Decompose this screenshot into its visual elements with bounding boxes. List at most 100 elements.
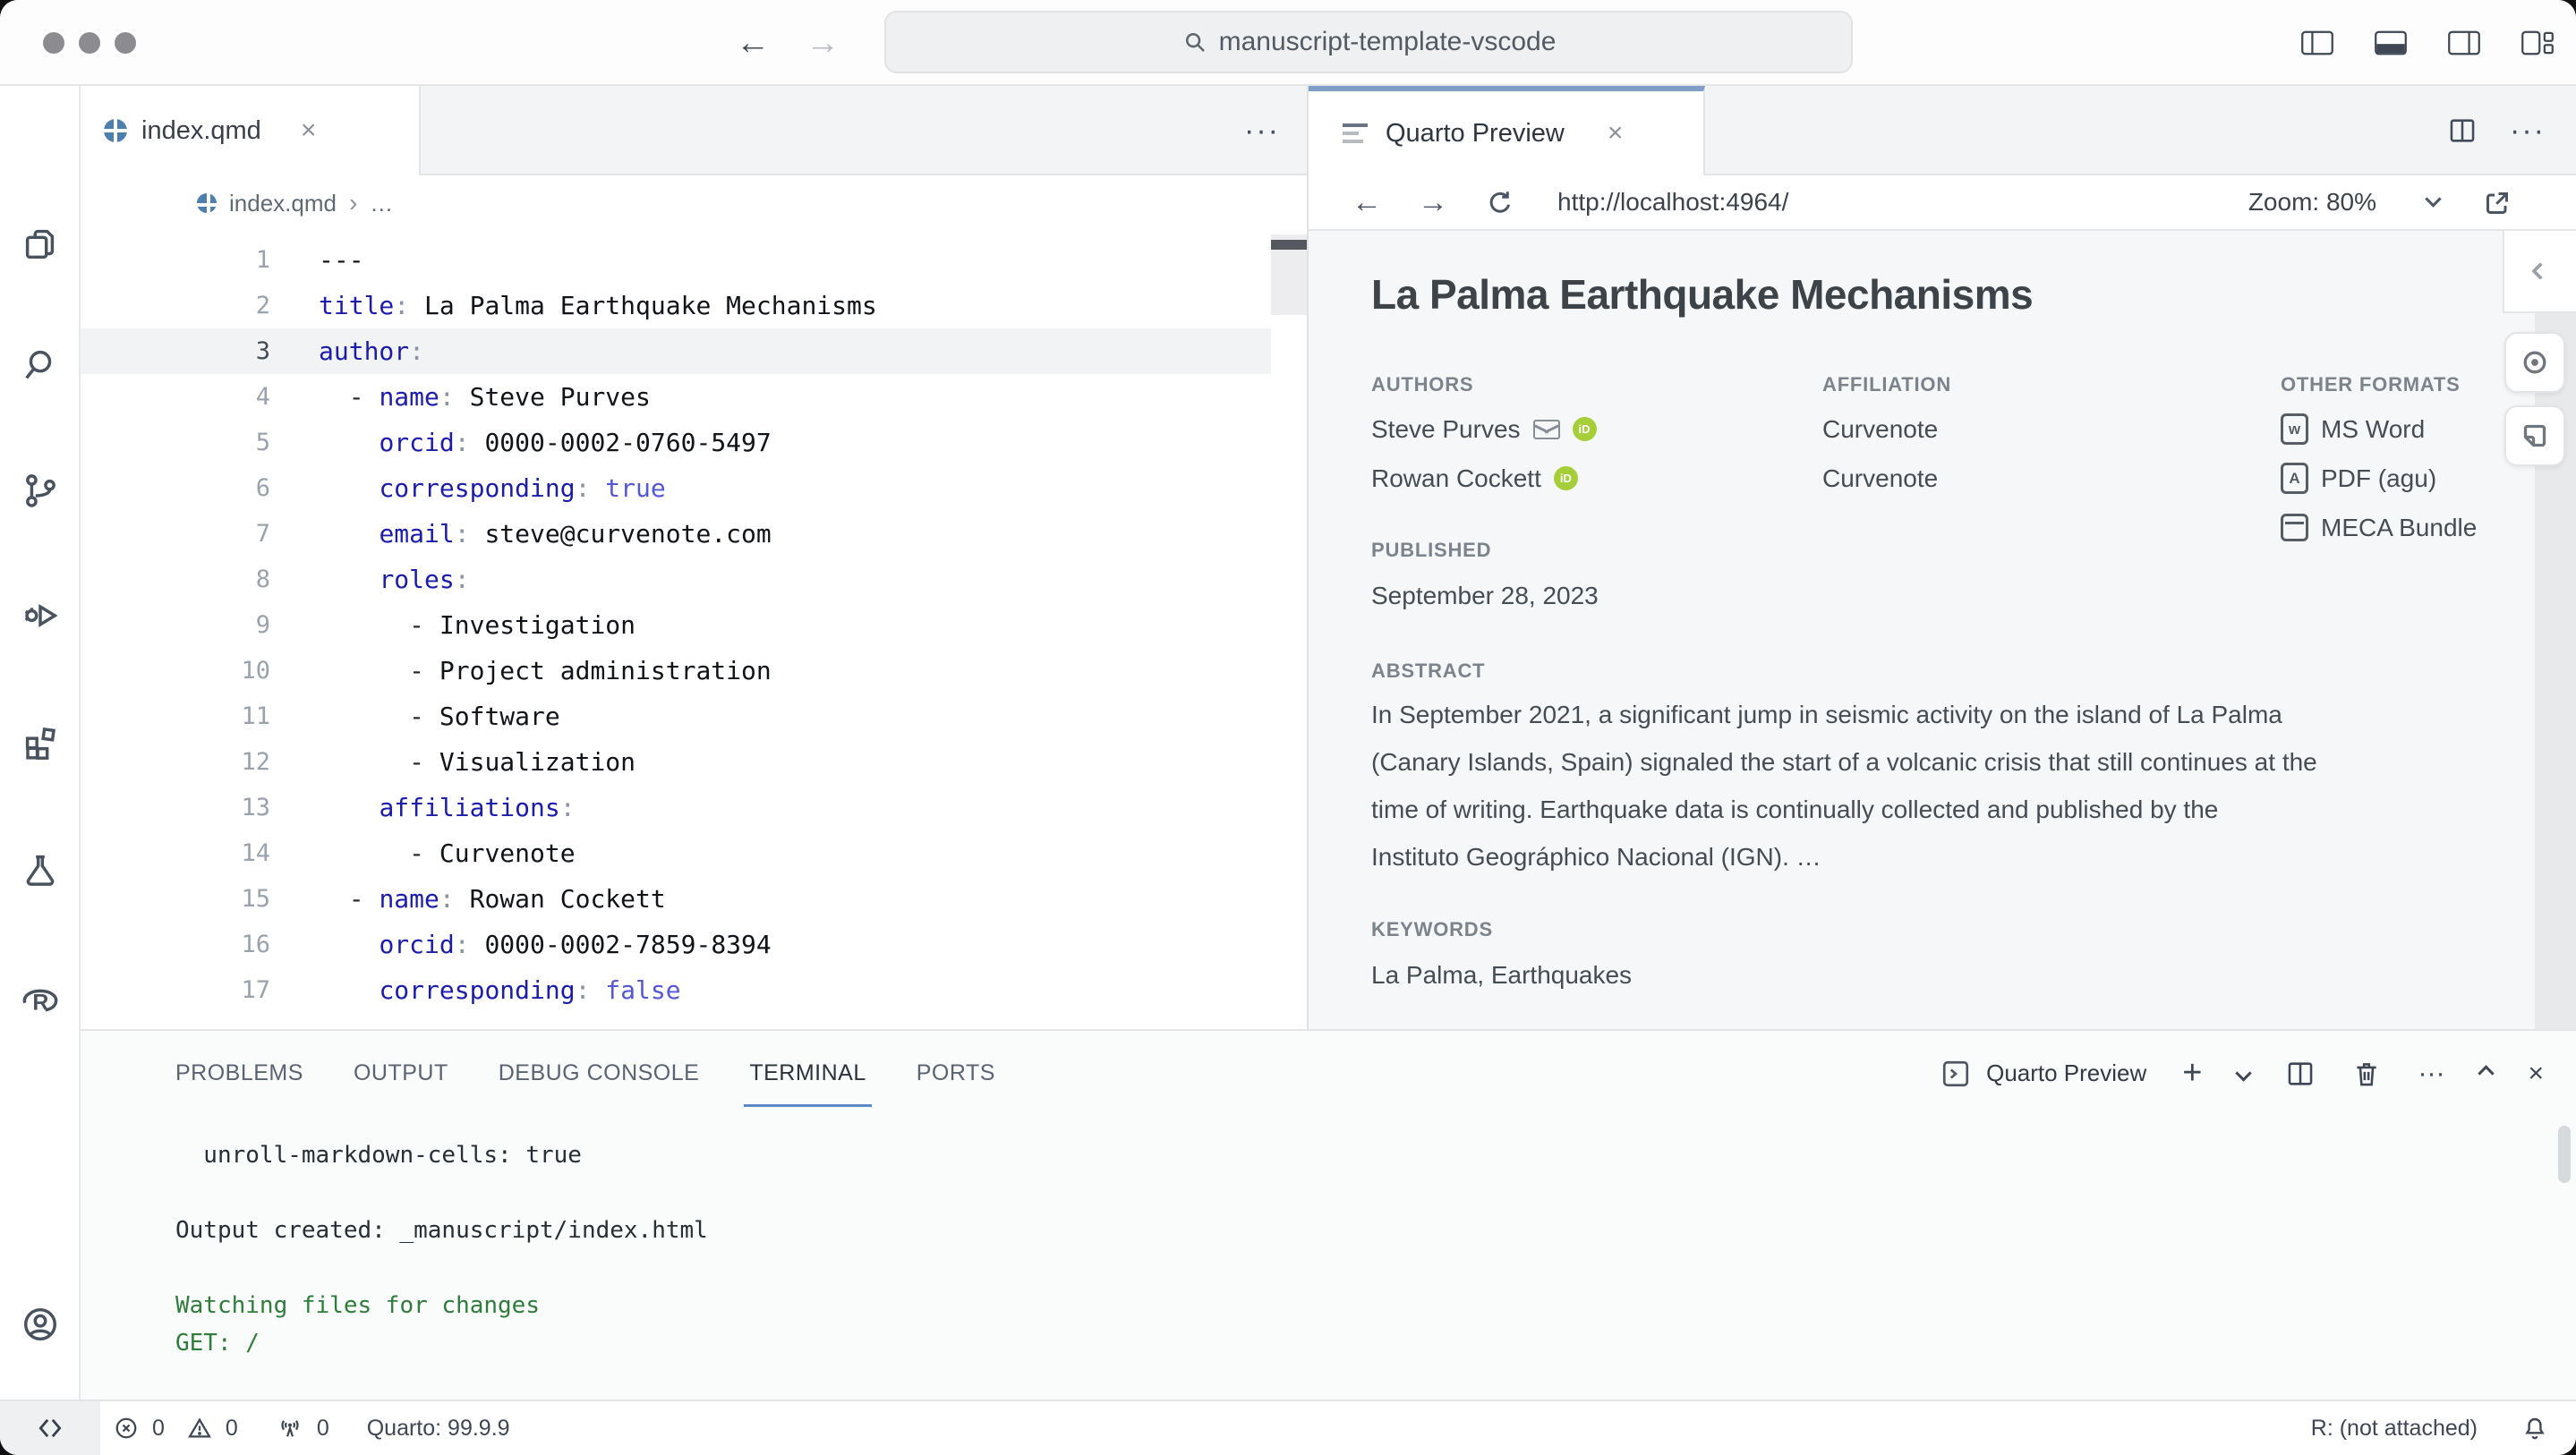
code-line[interactable]: 1--- bbox=[81, 237, 1271, 283]
code-editor[interactable]: 1---2title: La Palma Earthquake Mechanis… bbox=[81, 231, 1271, 1029]
tab-close-icon[interactable]: × bbox=[301, 115, 317, 146]
code-line[interactable]: 11 - Software bbox=[81, 693, 1271, 739]
code-line[interactable]: 7 email: steve@curvenote.com bbox=[81, 511, 1271, 557]
code-line[interactable]: 14 - Curvenote bbox=[81, 830, 1271, 876]
terminal-output[interactable]: unroll-markdown-cells: trueOutput create… bbox=[175, 1136, 708, 1362]
code-line[interactable]: 5 orcid: 0000-0002-0760-5497 bbox=[81, 420, 1271, 465]
panel-more-actions-icon[interactable]: ··· bbox=[2418, 1031, 2444, 1116]
split-terminal-icon[interactable] bbox=[2285, 1059, 2316, 1089]
code-line[interactable]: 8 roles: bbox=[81, 557, 1271, 602]
search-icon bbox=[1181, 29, 1208, 55]
traffic-light-zoom-icon[interactable] bbox=[115, 32, 136, 54]
author-row: Steve PurvesiD bbox=[1371, 404, 1597, 454]
meca-icon bbox=[2281, 514, 2308, 541]
r-extension-icon[interactable]: R bbox=[0, 972, 81, 1025]
breadcrumb[interactable]: index.qmd › … bbox=[81, 175, 1309, 231]
line-number: 17 bbox=[81, 967, 270, 1013]
code-line[interactable]: 12 - Visualization bbox=[81, 739, 1271, 785]
terminal-line: unroll-markdown-cells: true bbox=[175, 1136, 708, 1174]
tab-quarto-preview[interactable]: Quarto Preview × bbox=[1309, 86, 1705, 175]
format-link-pdf[interactable]: APDF (agu) bbox=[2281, 454, 2477, 503]
search-sidebar-icon[interactable] bbox=[0, 338, 81, 392]
quarto-version[interactable]: Quarto: 99.9.9 bbox=[367, 1416, 510, 1442]
preview-more-actions-icon[interactable]: ··· bbox=[2510, 114, 2546, 149]
published-date: September 28, 2023 bbox=[1371, 582, 1599, 610]
view-options-button[interactable] bbox=[2504, 332, 2565, 393]
code-line[interactable]: 10 - Project administration bbox=[81, 648, 1271, 693]
remote-indicator[interactable] bbox=[0, 1401, 100, 1455]
status-bar: 0 0 0 Quarto: 99.9.9 R: (not attached) bbox=[0, 1400, 2576, 1455]
toggle-panel-icon[interactable] bbox=[2374, 30, 2408, 56]
email-icon[interactable] bbox=[1533, 420, 1560, 439]
panel-tab-problems[interactable]: PROBLEMS bbox=[175, 1031, 303, 1116]
traffic-light-minimize-icon[interactable] bbox=[79, 32, 100, 54]
svg-text:R: R bbox=[32, 990, 48, 1015]
notes-button[interactable] bbox=[2504, 405, 2565, 466]
history-back-button[interactable]: ← bbox=[736, 0, 770, 86]
preview-forward-icon[interactable]: → bbox=[1418, 175, 1448, 229]
tab-close-icon[interactable]: × bbox=[1608, 118, 1624, 149]
toc-collapse-panel[interactable] bbox=[2503, 231, 2576, 313]
r-status[interactable]: R: (not attached) bbox=[2311, 1416, 2478, 1442]
terminal-line: Watching files for changes bbox=[175, 1287, 708, 1324]
traffic-light-close-icon[interactable] bbox=[43, 32, 64, 54]
panel-scrollbar-thumb[interactable] bbox=[2558, 1126, 2571, 1183]
breadcrumb-symbol-more[interactable]: … bbox=[370, 190, 393, 217]
panel-tab-ports[interactable]: PORTS bbox=[917, 1031, 995, 1116]
close-panel-icon[interactable]: × bbox=[2528, 1031, 2544, 1116]
warnings-count[interactable]: 0 bbox=[226, 1416, 238, 1442]
format-link-word[interactable]: wMS Word bbox=[2281, 404, 2477, 454]
ports-icon[interactable] bbox=[276, 1414, 304, 1442]
preview-url[interactable]: http://localhost:4964/ bbox=[1557, 175, 1788, 229]
code-line[interactable]: 17 corresponding: false bbox=[81, 967, 1271, 1013]
split-editor-icon[interactable] bbox=[2447, 115, 2478, 146]
zoom-dropdown-icon[interactable] bbox=[2425, 191, 2441, 207]
editor-more-actions-icon[interactable]: ··· bbox=[1235, 86, 1289, 175]
toggle-secondary-sidebar-icon[interactable] bbox=[2447, 30, 2481, 56]
code-line[interactable]: 2title: La Palma Earthquake Mechanisms bbox=[81, 283, 1271, 328]
extensions-icon[interactable] bbox=[0, 715, 81, 769]
code-line[interactable]: 3author: bbox=[81, 328, 1271, 374]
orcid-icon[interactable]: iD bbox=[1554, 466, 1578, 490]
kill-terminal-icon[interactable] bbox=[2351, 1059, 2382, 1089]
notifications-bell-icon[interactable] bbox=[2521, 1414, 2549, 1442]
editor-scrollbar-thumb[interactable] bbox=[1271, 240, 1309, 250]
new-terminal-icon[interactable]: + bbox=[2182, 1031, 2202, 1116]
format-link-meca[interactable]: MECA Bundle bbox=[2281, 503, 2477, 552]
panel-tab-output[interactable]: OUTPUT bbox=[354, 1031, 448, 1116]
preview-back-icon[interactable]: ← bbox=[1352, 175, 1382, 229]
line-number: 8 bbox=[81, 557, 270, 602]
warnings-icon[interactable] bbox=[186, 1415, 213, 1442]
run-debug-icon[interactable] bbox=[0, 589, 81, 642]
code-line[interactable]: 16 orcid: 0000-0002-7859-8394 bbox=[81, 922, 1271, 967]
panel-tab-terminal[interactable]: TERMINAL bbox=[749, 1031, 866, 1116]
code-line[interactable]: 13 affiliations: bbox=[81, 785, 1271, 830]
ports-count[interactable]: 0 bbox=[317, 1416, 329, 1442]
code-line[interactable]: 9 - Investigation bbox=[81, 602, 1271, 648]
code-line[interactable]: 15 - name: Rowan Cockett bbox=[81, 876, 1271, 922]
quarto-file-icon bbox=[104, 119, 127, 142]
errors-icon[interactable] bbox=[113, 1415, 140, 1442]
panel-tab-debug-console[interactable]: DEBUG CONSOLE bbox=[499, 1031, 700, 1116]
terminal-dropdown-icon[interactable] bbox=[2236, 1065, 2252, 1081]
code-line[interactable]: 4 - name: Steve Purves bbox=[81, 374, 1271, 420]
preview-reload-icon[interactable] bbox=[1484, 187, 1516, 219]
open-external-icon[interactable] bbox=[2481, 187, 2513, 219]
toggle-primary-sidebar-icon[interactable] bbox=[2300, 30, 2334, 56]
customize-layout-icon[interactable] bbox=[2521, 30, 2555, 56]
orcid-icon[interactable]: iD bbox=[1573, 417, 1597, 441]
explorer-icon[interactable] bbox=[0, 217, 81, 270]
errors-count[interactable]: 0 bbox=[152, 1416, 165, 1442]
history-forward-button[interactable]: → bbox=[806, 0, 840, 86]
tab-index-qmd[interactable]: index.qmd × bbox=[81, 86, 421, 175]
testing-icon[interactable] bbox=[0, 843, 81, 897]
breadcrumb-file[interactable]: index.qmd bbox=[229, 190, 337, 217]
abstract-text: In September 2021, a significant jump in… bbox=[1371, 691, 2317, 881]
code-line[interactable]: 6 corresponding: true bbox=[81, 465, 1271, 511]
maximize-panel-icon[interactable] bbox=[2478, 1065, 2495, 1081]
accounts-icon[interactable] bbox=[0, 1298, 81, 1351]
terminal-instance[interactable]: Quarto Preview bbox=[1940, 1058, 2146, 1090]
source-control-icon[interactable] bbox=[0, 464, 81, 517]
command-center-search[interactable]: manuscript-template-vscode bbox=[884, 11, 1853, 73]
line-number: 6 bbox=[81, 465, 270, 511]
